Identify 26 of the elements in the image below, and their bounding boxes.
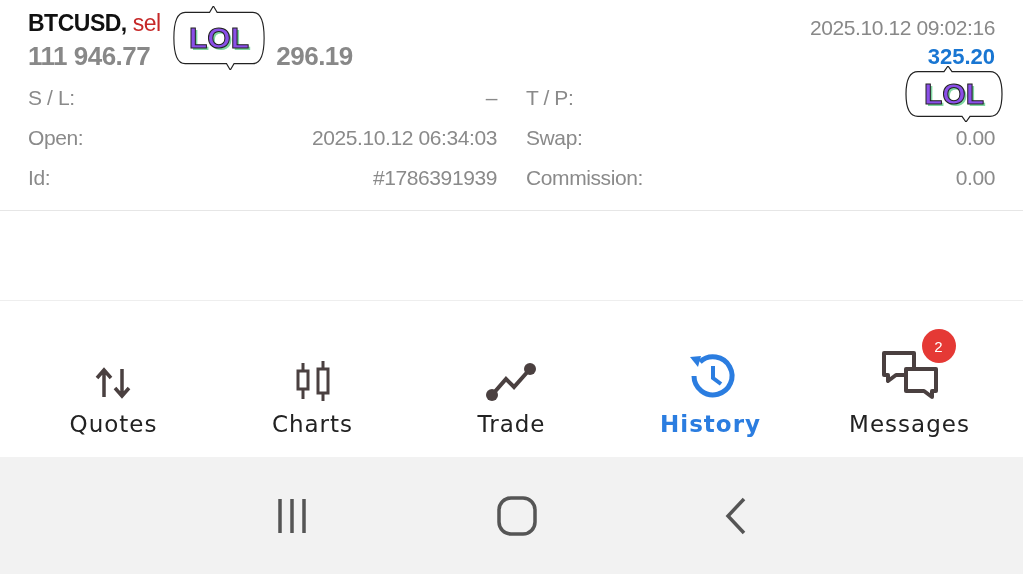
detail-value: 0.00: [955, 166, 995, 191]
position-card[interactable]: BTCUSD, sel 111 946.77 296.19 2025.10.12 09:02:16 325.20 S / L: – T / P: Open: 2025.10.12 06:34:03 Swap: 0.00 Id: #1786391939 Commission: 0.00 LOL LOL: [0, 0, 1023, 211]
detail-label: Swap:: [526, 126, 583, 151]
sticker: LOL: [172, 6, 266, 70]
detail-label: Commission:: [526, 166, 643, 191]
open-price: 111 946.77: [28, 41, 151, 72]
nav-tab[interactable]: Quotes: [14, 301, 213, 457]
close-price: 296.19: [276, 41, 353, 72]
nav-tab[interactable]: Charts: [213, 301, 412, 457]
unread-badge: 2: [921, 329, 956, 363]
detail-value: –: [485, 86, 497, 111]
close-time: 2025.10.12 09:02:16: [809, 16, 995, 40]
detail-value: #1786391939: [372, 166, 497, 191]
sticker: LOL: [904, 66, 1004, 122]
detail-value: 0.00: [955, 126, 995, 151]
detail-label: Id:: [28, 166, 51, 191]
detail-value: 2025.10.12 06:34:03: [311, 126, 497, 151]
home-icon[interactable]: [494, 493, 539, 538]
detail-label: S / L:: [28, 86, 75, 111]
nav-tab[interactable]: History: [611, 301, 810, 457]
detail-label: T / P:: [526, 86, 574, 111]
detail-label: Open:: [28, 126, 84, 151]
symbol-text: BTCUSD,: [28, 10, 127, 36]
side-text: sel: [132, 10, 161, 36]
nav-tab[interactable]: Trade: [412, 301, 611, 457]
nav-tab[interactable]: 2 Messages: [810, 301, 1009, 457]
